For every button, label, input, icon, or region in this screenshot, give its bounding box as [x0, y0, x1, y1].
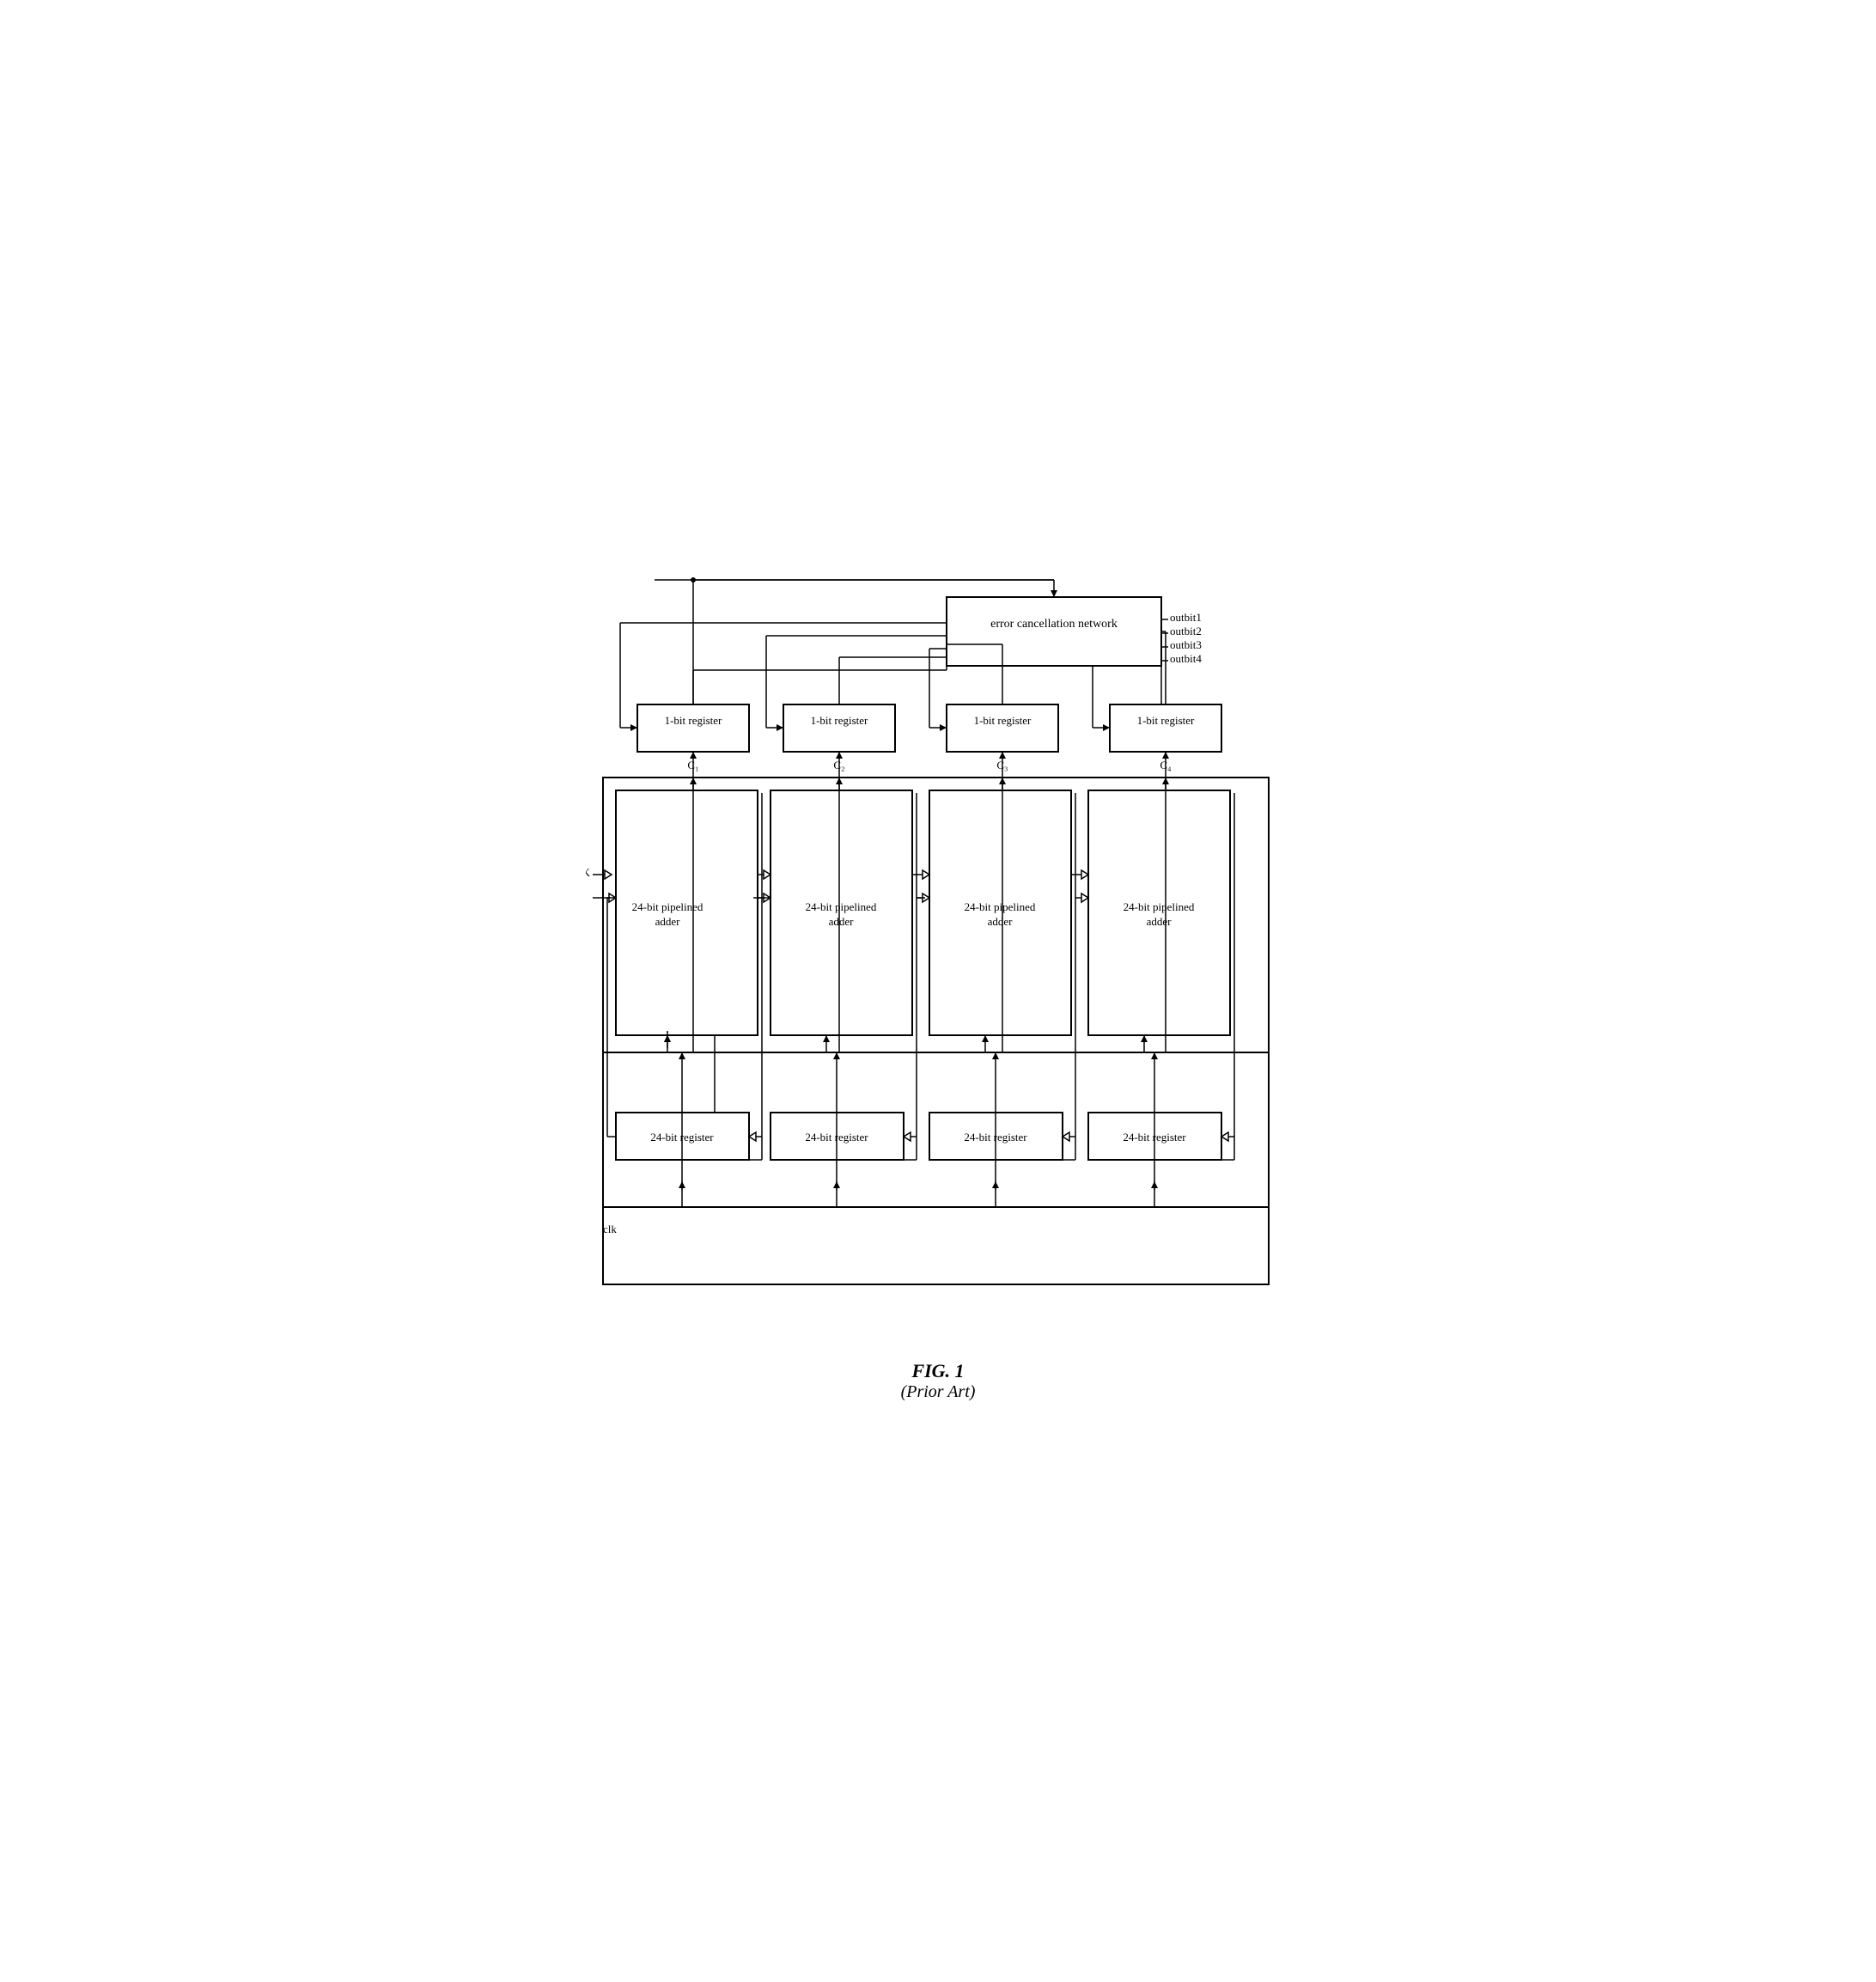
ecn-label: error cancellation network: [990, 618, 1118, 631]
adder4-label2: adder: [1147, 915, 1172, 928]
reg1bit-2-label: 1-bit register: [811, 714, 868, 727]
diagram-area: error cancellation network outbit1 outbi…: [586, 571, 1290, 1345]
adder1-label2: adder: [655, 915, 681, 928]
figure-title: FIG. 1: [586, 1360, 1290, 1382]
circuit-diagram: error cancellation network outbit1 outbi…: [586, 571, 1290, 1345]
outbit2-label: outbit2: [1170, 625, 1202, 637]
adder3-label2: adder: [988, 915, 1014, 928]
k-label: K: [586, 866, 591, 879]
adder4-label: 24-bit pipelined: [1124, 900, 1195, 913]
adder2-label2: adder: [829, 915, 855, 928]
page-container: error cancellation network outbit1 outbi…: [551, 546, 1325, 1436]
reg1bit-1-label: 1-bit register: [665, 714, 722, 727]
figure-caption: FIG. 1 (Prior Art): [586, 1360, 1290, 1402]
adder2-label: 24-bit pipelined: [806, 900, 877, 913]
reg1bit-3-label: 1-bit register: [974, 714, 1032, 727]
reg1bit-4-label: 1-bit register: [1137, 714, 1195, 727]
clk-label: clk: [603, 1223, 617, 1235]
outbit1-label: outbit1: [1170, 611, 1202, 624]
adder3-label: 24-bit pipelined: [965, 900, 1036, 913]
figure-subtitle: (Prior Art): [586, 1382, 1290, 1402]
outbit4-label: outbit4: [1170, 652, 1202, 665]
outbit3-label: outbit3: [1170, 638, 1202, 651]
